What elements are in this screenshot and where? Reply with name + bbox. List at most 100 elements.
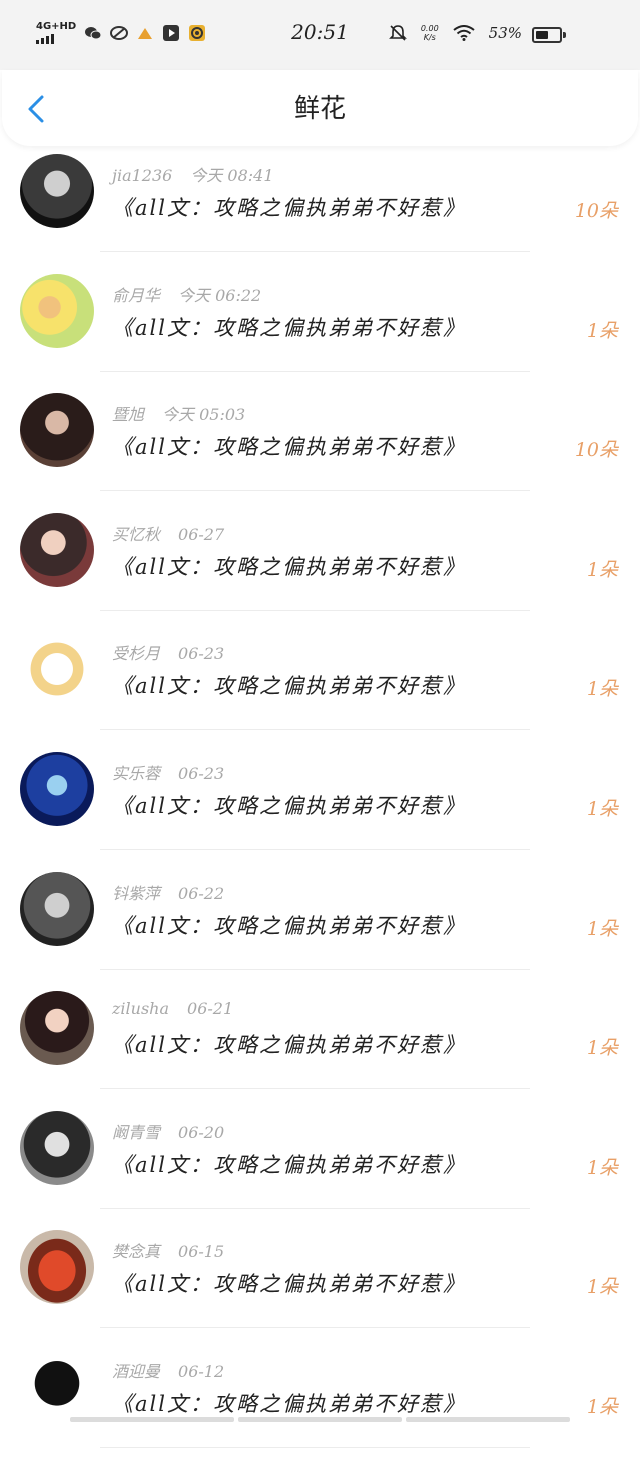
book-title[interactable]: 《all文：攻略之偏执弟弟不好惹》 — [112, 1149, 466, 1179]
wifi-icon — [453, 25, 475, 41]
flower-count: 1朵 — [586, 558, 618, 581]
divider — [100, 848, 530, 850]
item-meta: 实乐蓉 06-23 — [112, 760, 224, 784]
avatar[interactable] — [20, 512, 94, 587]
item-meta: 俞月华 今天 06:22 — [112, 282, 261, 306]
divider — [100, 1088, 530, 1090]
timestamp: 06-15 — [178, 1242, 225, 1262]
battery-icon — [532, 27, 566, 43]
book-title[interactable]: 《all文：攻略之偏执弟弟不好惹》 — [112, 1268, 466, 1298]
item-meta: 钭紫萍 06-22 — [112, 880, 224, 904]
list-item[interactable]: 买忆秋 06-27 《all文：攻略之偏执弟弟不好惹》 1朵 — [0, 509, 640, 629]
item-meta: 酒迎曼 06-12 — [112, 1358, 224, 1382]
timestamp: 今天 06:22 — [178, 285, 262, 305]
item-meta: 买忆秋 06-27 — [112, 521, 224, 545]
flower-count: 10朵 — [574, 439, 618, 462]
username[interactable]: 酒迎曼 — [112, 1362, 160, 1381]
timestamp: 06-23 — [178, 644, 225, 664]
timestamp: 06-22 — [178, 883, 225, 903]
list-item[interactable]: 酒迎曼 06-12 《all文：攻略之偏执弟弟不好惹》 1朵 — [0, 1346, 640, 1466]
flower-count: 1朵 — [586, 1276, 618, 1299]
avatar[interactable] — [20, 1110, 94, 1185]
timestamp: 今天 05:03 — [162, 405, 246, 425]
flower-gift-list: jia1236 今天 08:41 《all文：攻略之偏执弟弟不好惹》 10朵 俞月… — [0, 150, 640, 1466]
avatar[interactable] — [20, 154, 94, 228]
battery-fill — [536, 31, 548, 39]
timestamp: 今天 08:41 — [190, 166, 274, 185]
list-item[interactable]: 樊念真 06-15 《all文：攻略之偏执弟弟不好惹》 1朵 — [0, 1226, 640, 1346]
net-speed: 0.00 K/s — [421, 24, 439, 42]
list-item[interactable]: zilusha 06-21 《all文：攻略之偏执弟弟不好惹》 1朵 — [0, 987, 640, 1107]
avatar[interactable] — [20, 393, 94, 468]
divider — [100, 1327, 530, 1329]
username[interactable]: 钭紫萍 — [112, 884, 160, 903]
flower-count: 1朵 — [586, 678, 618, 701]
book-title[interactable]: 《all文：攻略之偏执弟弟不好惹》 — [112, 670, 466, 700]
book-title[interactable]: 《all文：攻略之偏执弟弟不好惹》 — [112, 551, 466, 581]
item-meta: zilusha 06-21 — [112, 999, 233, 1018]
flower-count: 1朵 — [586, 1156, 618, 1179]
username[interactable]: 阚青雪 — [112, 1123, 160, 1142]
username[interactable]: 樊念真 — [112, 1242, 160, 1261]
divider — [100, 1207, 530, 1209]
timestamp: 06-12 — [178, 1361, 225, 1381]
status-bar: 4G+HD 20:51 0.00 K/s 53% — [0, 0, 640, 70]
net-speed-value: 0.00 — [420, 24, 439, 33]
list-item[interactable]: jia1236 今天 08:41 《all文：攻略之偏执弟弟不好惹》 10朵 — [0, 150, 640, 270]
timestamp: 06-27 — [178, 524, 225, 544]
list-item[interactable]: 实乐蓉 06-23 《all文：攻略之偏执弟弟不好惹》 1朵 — [0, 748, 640, 868]
username[interactable]: zilusha — [112, 999, 169, 1018]
list-item[interactable]: 俞月华 今天 06:22 《all文：攻略之偏执弟弟不好惹》 1朵 — [0, 270, 640, 390]
username[interactable]: 实乐蓉 — [112, 764, 160, 783]
avatar[interactable] — [20, 751, 94, 826]
list-item[interactable]: 阚青雪 06-20 《all文：攻略之偏执弟弟不好惹》 1朵 — [0, 1107, 640, 1227]
flower-count: 1朵 — [586, 797, 618, 820]
username[interactable]: 买忆秋 — [112, 525, 160, 544]
avatar[interactable] — [20, 632, 94, 707]
divider — [100, 609, 530, 611]
list-item[interactable]: 钭紫萍 06-22 《all文：攻略之偏执弟弟不好惹》 1朵 — [0, 868, 640, 988]
divider — [100, 1446, 530, 1448]
timestamp: 06-20 — [178, 1122, 225, 1142]
flower-count: 1朵 — [586, 1395, 618, 1418]
username[interactable]: 暨旭 — [112, 405, 144, 424]
mute-bell-icon — [388, 25, 407, 41]
battery-percent: 53% — [488, 24, 522, 42]
item-meta: 阚青雪 06-20 — [112, 1119, 224, 1143]
divider — [100, 968, 530, 970]
list-item[interactable]: 受杉月 06-23 《all文：攻略之偏执弟弟不好惹》 1朵 — [0, 628, 640, 748]
nav-header: 鲜花 — [2, 70, 638, 146]
book-title[interactable]: 《all文：攻略之偏执弟弟不好惹》 — [112, 1388, 466, 1418]
bottom-scroll-indicator — [70, 1417, 570, 1422]
flower-count: 1朵 — [586, 319, 618, 342]
timestamp: 06-23 — [178, 763, 225, 783]
avatar[interactable] — [20, 871, 94, 946]
timestamp: 06-21 — [187, 999, 234, 1019]
book-title[interactable]: 《all文：攻略之偏执弟弟不好惹》 — [112, 312, 466, 342]
book-title[interactable]: 《all文：攻略之偏执弟弟不好惹》 — [112, 192, 466, 222]
avatar[interactable] — [20, 991, 94, 1066]
username[interactable]: jia1236 — [112, 166, 172, 185]
divider — [100, 490, 530, 492]
book-title[interactable]: 《all文：攻略之偏执弟弟不好惹》 — [112, 1029, 466, 1059]
book-title[interactable]: 《all文：攻略之偏执弟弟不好惹》 — [112, 431, 466, 461]
username[interactable]: 受杉月 — [112, 644, 160, 663]
flower-count: 1朵 — [586, 917, 618, 940]
book-title[interactable]: 《all文：攻略之偏执弟弟不好惹》 — [112, 790, 466, 820]
net-speed-unit: K/s — [423, 33, 436, 42]
divider — [100, 370, 530, 372]
page-title: 鲜花 — [293, 94, 346, 124]
list-item[interactable]: 暨旭 今天 05:03 《all文：攻略之偏执弟弟不好惹》 10朵 — [0, 389, 640, 509]
flower-count: 10朵 — [574, 200, 618, 222]
flower-count: 1朵 — [586, 1037, 618, 1060]
item-meta: jia1236 今天 08:41 — [112, 162, 274, 186]
book-title[interactable]: 《all文：攻略之偏执弟弟不好惹》 — [112, 910, 466, 940]
avatar[interactable] — [20, 273, 94, 348]
username[interactable]: 俞月华 — [112, 286, 160, 305]
item-meta: 暨旭 今天 05:03 — [112, 401, 245, 425]
avatar[interactable] — [20, 1230, 94, 1305]
divider — [100, 729, 530, 731]
status-right-icons: 0.00 K/s 53% — [388, 24, 522, 42]
avatar[interactable] — [20, 1349, 94, 1424]
item-meta: 受杉月 06-23 — [112, 640, 224, 664]
